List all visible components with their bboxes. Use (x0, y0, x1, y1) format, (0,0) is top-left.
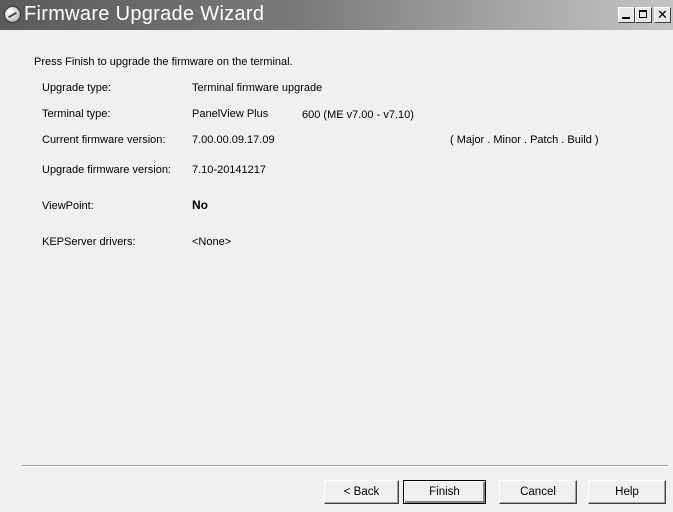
window-title: Firmware Upgrade Wizard (24, 3, 265, 25)
close-icon[interactable]: ✕ (654, 7, 671, 23)
terminal-type-label: Terminal type: (42, 108, 111, 120)
kepserver-drivers-value: <None> (192, 236, 232, 248)
current-firmware-value: 7.00.00.09.17.09 (192, 134, 275, 146)
button-separator (22, 465, 668, 467)
intro-text: Press Finish to upgrade the firmware on … (34, 56, 293, 68)
upgrade-type-value: Terminal firmware upgrade (192, 82, 323, 94)
maximize-icon[interactable] (635, 7, 652, 23)
kepserver-drivers-label: KEPServer drivers: (42, 236, 136, 248)
cancel-button[interactable]: Cancel (499, 480, 577, 504)
terminal-type-value: PanelView Plus (192, 108, 269, 120)
current-firmware-label: Current firmware version: (42, 134, 166, 146)
viewpoint-value: No (192, 198, 208, 212)
finish-button[interactable]: Finish (403, 480, 486, 504)
minimize-icon[interactable] (618, 7, 635, 23)
upgrade-type-label: Upgrade type: (42, 82, 112, 94)
wizard-window: Firmware Upgrade Wizard ✕ Press Finish t… (0, 0, 673, 512)
title-bar[interactable]: Firmware Upgrade Wizard ✕ (0, 0, 673, 30)
back-button[interactable]: < Back (324, 480, 399, 504)
help-button[interactable]: Help (588, 480, 666, 504)
upgrade-firmware-label: Upgrade firmware version: (42, 164, 171, 176)
terminal-revision-value: 600 (ME v7.00 - v7.10) (302, 109, 414, 121)
upgrade-firmware-value: 7.10-20141217 (192, 164, 267, 176)
app-icon (4, 6, 21, 23)
firmware-format-hint: ( Major . Minor . Patch . Build ) (450, 134, 599, 146)
viewpoint-label: ViewPoint: (42, 200, 94, 212)
